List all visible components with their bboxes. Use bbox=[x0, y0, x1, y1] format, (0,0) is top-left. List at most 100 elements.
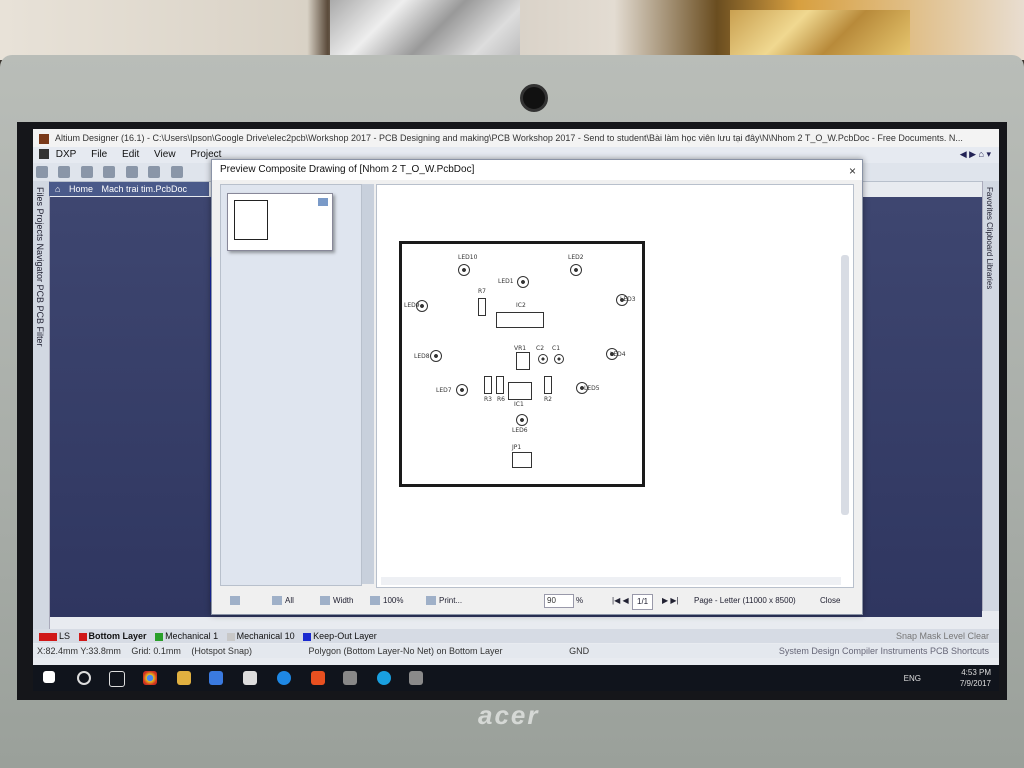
left-panel-tabs[interactable]: Files Projects Navigator PCB PCB Filter bbox=[35, 187, 45, 347]
next-last-page-icon[interactable]: ▶ ▶| bbox=[658, 594, 683, 608]
right-panel-tabs[interactable]: Favorites Clipboard Libraries bbox=[985, 187, 994, 289]
led8-pad bbox=[430, 350, 442, 362]
zoom-100-label: 100% bbox=[383, 596, 404, 605]
zoom-input[interactable]: 90 bbox=[544, 594, 574, 608]
start-windows-icon[interactable] bbox=[43, 671, 55, 683]
fit-width-button[interactable]: Width bbox=[316, 594, 357, 608]
app-icon[interactable] bbox=[343, 671, 357, 685]
label-jp1: JP1 bbox=[512, 444, 522, 451]
zoom-unit: % bbox=[576, 596, 584, 605]
page-thumbnails-pane bbox=[220, 184, 362, 586]
r7-resistor bbox=[478, 298, 486, 316]
menu-edit[interactable]: Edit bbox=[122, 149, 139, 160]
altium-taskbar-icon[interactable] bbox=[311, 671, 325, 685]
label-led7: LED7 bbox=[436, 387, 452, 394]
file-explorer-icon[interactable] bbox=[177, 671, 191, 685]
left-panel-strip[interactable]: Files Projects Navigator PCB PCB Filter bbox=[33, 181, 50, 631]
print-icon[interactable] bbox=[103, 166, 116, 178]
dialog-close-button[interactable]: Close bbox=[816, 594, 844, 608]
pcb-board-outline: LED10 LED2 LED1 LED9 LED3 LED8 LED4 LED7… bbox=[399, 241, 645, 487]
clock-time: 4:53 PM bbox=[961, 668, 991, 677]
new-icon[interactable] bbox=[36, 166, 48, 178]
board-icon[interactable] bbox=[170, 166, 183, 178]
store-icon[interactable] bbox=[209, 671, 223, 685]
hover-object-info: Polygon (Bottom Layer-No Net) on Bottom … bbox=[308, 646, 503, 656]
current-layer-swatch[interactable] bbox=[39, 632, 57, 641]
language-indicator[interactable]: ENG bbox=[904, 673, 921, 684]
task-view-icon[interactable] bbox=[109, 671, 125, 687]
bottom-layer-swatch bbox=[78, 632, 87, 641]
open-icon[interactable] bbox=[58, 166, 71, 178]
skype-icon[interactable] bbox=[377, 671, 391, 685]
label-vr1: VR1 bbox=[514, 345, 527, 352]
edge-icon[interactable] bbox=[277, 671, 291, 685]
pane-splitter[interactable] bbox=[362, 184, 374, 584]
menu-file[interactable]: File bbox=[91, 149, 107, 160]
print-button[interactable]: Print... bbox=[422, 594, 466, 608]
label-led6: LED6 bbox=[512, 427, 528, 434]
grid-size: Grid: 0.1mm bbox=[131, 646, 181, 656]
r2-resistor bbox=[544, 376, 552, 394]
label-led2: LED2 bbox=[568, 254, 584, 261]
label-c1: C1 bbox=[552, 345, 561, 352]
label-led8: LED8 bbox=[414, 353, 430, 360]
menu-dxp[interactable]: DXP bbox=[56, 149, 77, 160]
label-c2: C2 bbox=[536, 345, 545, 352]
photos-icon[interactable] bbox=[409, 671, 423, 685]
mail-icon[interactable] bbox=[243, 671, 257, 685]
vertical-scrollbar[interactable] bbox=[841, 255, 849, 515]
dxp-icon bbox=[39, 149, 49, 160]
ic2-footprint bbox=[496, 312, 544, 328]
page-thumbnail[interactable] bbox=[227, 193, 333, 251]
desktop: Altium Designer (16.1) - C:\Users\Ipson\… bbox=[33, 129, 999, 691]
dialog-close-icon[interactable]: × bbox=[849, 161, 856, 181]
layer-tabs-bar: LS Bottom Layer Mechanical 1 Mechanical … bbox=[33, 629, 999, 643]
nav-controls[interactable]: ◀ ▶ ⌂ ▾ bbox=[960, 149, 991, 160]
tab-keepout-layer[interactable]: Keep-Out Layer bbox=[313, 631, 377, 641]
preview-dialog: Preview Composite Drawing of [Nhom 2 T_O… bbox=[211, 159, 863, 615]
layer-bar-right-controls[interactable]: Snap Mask Level Clear bbox=[896, 629, 989, 643]
horizontal-scrollbar[interactable] bbox=[381, 577, 841, 585]
windows-taskbar: ENG 4:53 PM 7/9/2017 bbox=[33, 665, 999, 691]
led7-pad bbox=[456, 384, 468, 396]
preview-canvas[interactable]: LED10 LED2 LED1 LED9 LED3 LED8 LED4 LED7… bbox=[376, 184, 854, 588]
tab-pcbdoc[interactable]: Mach trai tim.PcbDoc bbox=[101, 184, 187, 194]
zoom-icon[interactable] bbox=[125, 166, 138, 178]
pages-icon[interactable] bbox=[226, 594, 247, 608]
foil-decoration bbox=[330, 0, 520, 58]
right-panel-strip[interactable]: Favorites Clipboard Libraries bbox=[982, 181, 999, 611]
tab-home[interactable]: Home bbox=[69, 184, 93, 194]
foil-decoration-gold bbox=[730, 10, 910, 58]
3d-icon[interactable] bbox=[148, 166, 161, 178]
chrome-icon[interactable] bbox=[143, 671, 157, 685]
label-led10: LED10 bbox=[458, 254, 478, 261]
webcam-icon bbox=[520, 84, 548, 112]
first-prev-page-icon[interactable]: |◀ ◀ bbox=[608, 594, 633, 608]
system-tray[interactable]: ENG 4:53 PM 7/9/2017 bbox=[904, 667, 991, 689]
mech10-swatch bbox=[226, 632, 235, 641]
led10-pad bbox=[458, 264, 470, 276]
dialog-titlebar[interactable]: Preview Composite Drawing of [Nhom 2 T_O… bbox=[212, 160, 862, 180]
window-title: Altium Designer (16.1) - C:\Users\Ipson\… bbox=[55, 133, 963, 143]
cursor-coords: X:82.4mm Y:33.8mm bbox=[37, 646, 121, 656]
fit-all-label: All bbox=[285, 596, 294, 605]
fit-all-button[interactable]: All bbox=[268, 594, 298, 608]
save-icon[interactable] bbox=[80, 166, 93, 178]
label-r6: R6 bbox=[497, 396, 505, 403]
tab-mechanical-10[interactable]: Mechanical 10 bbox=[237, 631, 295, 641]
page-number-input[interactable]: 1/1 bbox=[632, 594, 654, 610]
led1-pad bbox=[517, 276, 529, 288]
laptop-screen: Altium Designer (16.1) - C:\Users\Ipson\… bbox=[17, 122, 1007, 700]
zoom-100-button[interactable]: 100% bbox=[366, 594, 407, 608]
tab-mechanical-1[interactable]: Mechanical 1 bbox=[165, 631, 218, 641]
search-icon[interactable] bbox=[77, 671, 91, 685]
label-led3: LED3 bbox=[620, 296, 636, 303]
window-titlebar[interactable]: Altium Designer (16.1) - C:\Users\Ipson\… bbox=[33, 129, 999, 147]
panel-buttons[interactable]: System Design Compiler Instruments PCB S… bbox=[779, 644, 989, 658]
r3-resistor bbox=[484, 376, 492, 394]
menu-view[interactable]: View bbox=[154, 149, 176, 160]
background-room bbox=[0, 0, 1024, 60]
label-led9: LED9 bbox=[404, 302, 420, 309]
tab-bottom-layer[interactable]: Bottom Layer bbox=[89, 631, 147, 641]
home-icon[interactable]: ⌂ bbox=[55, 184, 60, 194]
